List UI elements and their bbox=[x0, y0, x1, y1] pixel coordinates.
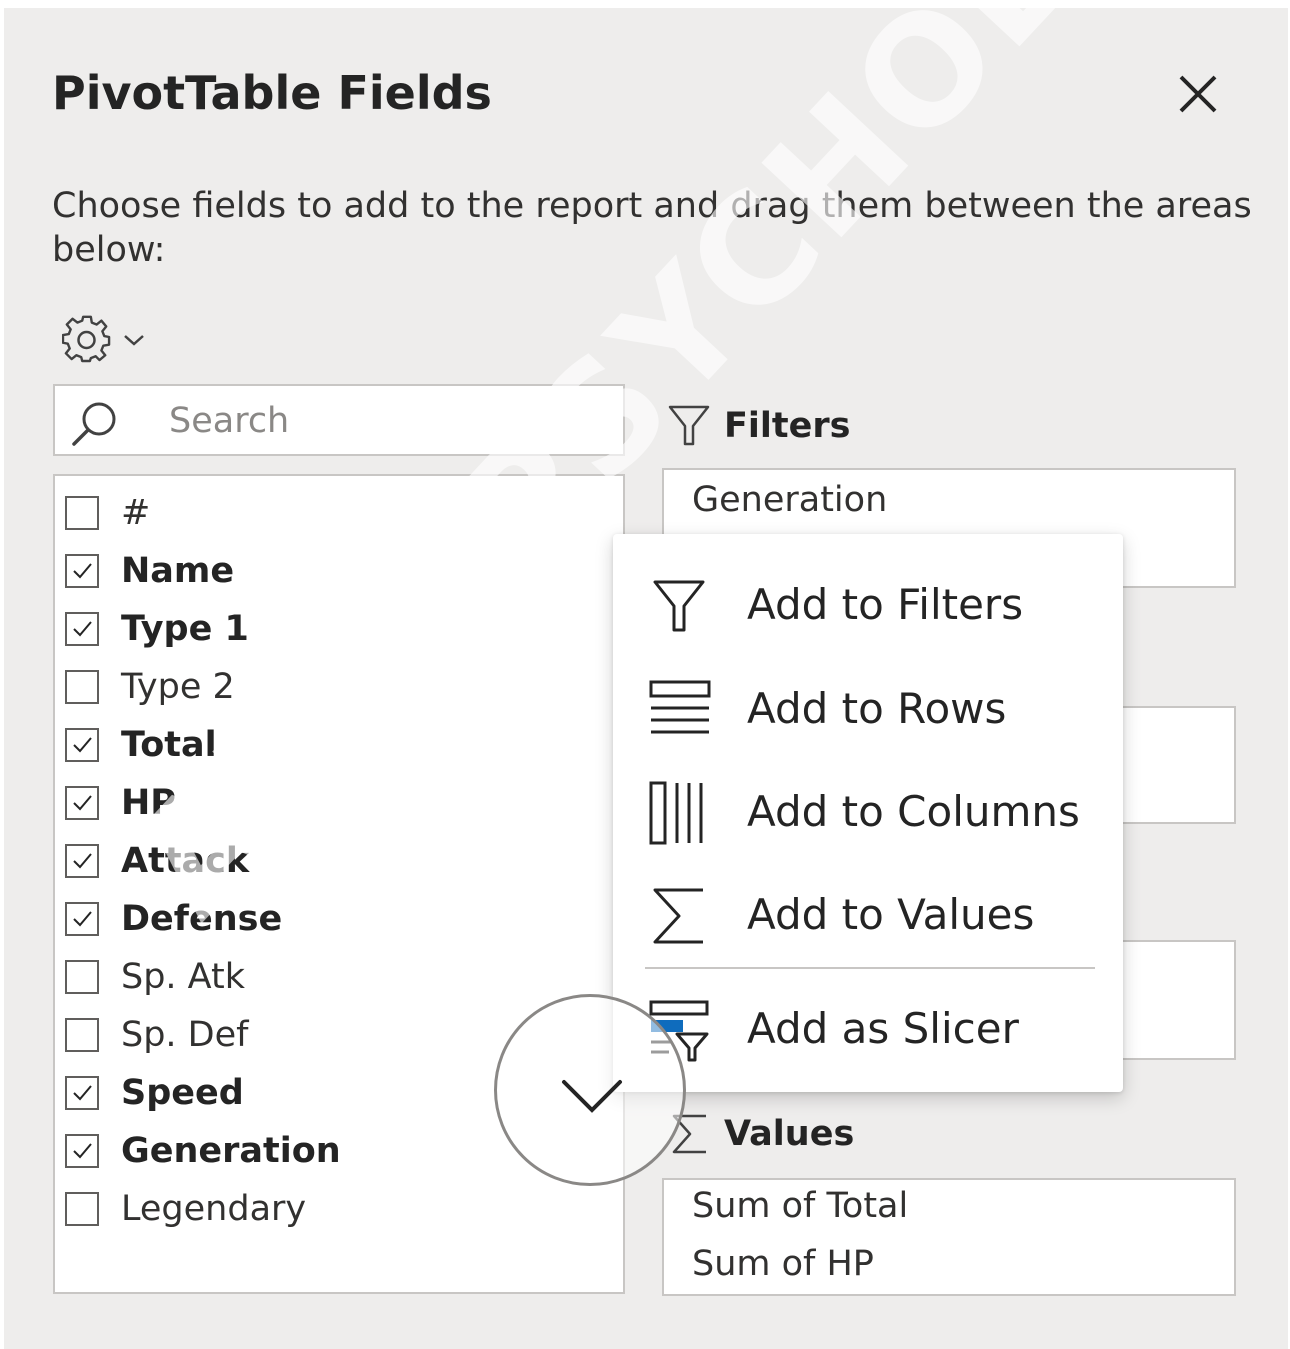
field-label: Name bbox=[121, 551, 235, 591]
field-checkbox[interactable] bbox=[65, 728, 99, 762]
checkmark-icon bbox=[73, 1143, 92, 1159]
field-row-type-2[interactable]: Type 2 bbox=[55, 658, 623, 716]
pane-description: Choose fields to add to the report and d… bbox=[52, 186, 1252, 270]
menu-item-label: Add to Columns bbox=[747, 787, 1080, 836]
search-input[interactable] bbox=[167, 392, 611, 450]
field-label: # bbox=[121, 493, 151, 533]
menu-item-label: Add to Rows bbox=[747, 684, 1007, 733]
field-row-name[interactable]: Name bbox=[55, 542, 623, 600]
values-area-item[interactable]: Sum of HP bbox=[692, 1244, 874, 1284]
gear-icon bbox=[62, 315, 111, 363]
pane-title: PivotTable Fields bbox=[52, 66, 492, 120]
checkmark-icon bbox=[73, 1085, 92, 1101]
field-row-legendary[interactable]: Legendary bbox=[55, 1180, 623, 1238]
field-label: HP bbox=[121, 783, 176, 823]
field-label: Sp. Def bbox=[121, 1015, 249, 1055]
rows-icon bbox=[649, 680, 711, 734]
field-row-type-1[interactable]: Type 1 bbox=[55, 600, 623, 658]
search-icon bbox=[72, 402, 116, 446]
menu-item-add-to-rows[interactable]: Add to Rows bbox=[613, 664, 1123, 754]
checkmark-icon bbox=[73, 563, 92, 579]
menu-item-label: Add to Values bbox=[747, 890, 1035, 939]
scroll-down-button[interactable] bbox=[494, 994, 686, 1186]
field-checkbox[interactable] bbox=[65, 786, 99, 820]
field-checkbox[interactable] bbox=[65, 612, 99, 646]
checkmark-icon bbox=[73, 795, 92, 811]
field-checkbox[interactable] bbox=[65, 670, 99, 704]
field-label: Type 2 bbox=[121, 667, 235, 707]
field-label: Defense bbox=[121, 899, 283, 939]
field-checkbox[interactable] bbox=[65, 844, 99, 878]
chevron-down-icon bbox=[124, 335, 144, 346]
field-label: Attack bbox=[121, 841, 250, 881]
values-area-box[interactable]: Sum of Total Sum of HP bbox=[662, 1178, 1236, 1296]
field-label: Type 1 bbox=[121, 609, 249, 649]
field-context-menu: Add to Filters Add to Rows Add to Column… bbox=[613, 534, 1123, 1092]
field-row-defense[interactable]: Defense bbox=[55, 890, 623, 948]
field-label: Generation bbox=[121, 1131, 341, 1171]
values-area-header: Values bbox=[670, 1112, 854, 1156]
filter-icon bbox=[668, 405, 710, 446]
menu-item-label: Add to Filters bbox=[747, 580, 1024, 629]
tools-settings-button[interactable] bbox=[62, 312, 162, 368]
field-label: Speed bbox=[121, 1073, 244, 1113]
menu-separator bbox=[645, 967, 1095, 969]
close-button[interactable] bbox=[1170, 66, 1226, 122]
field-checkbox[interactable] bbox=[65, 1192, 99, 1226]
field-checkbox[interactable] bbox=[65, 960, 99, 994]
filters-area-item[interactable]: Generation bbox=[692, 480, 887, 520]
sigma-icon bbox=[653, 888, 703, 944]
field-search-box[interactable] bbox=[53, 384, 625, 456]
field-checkbox[interactable] bbox=[65, 1076, 99, 1110]
checkmark-icon bbox=[73, 911, 92, 927]
field-checkbox[interactable] bbox=[65, 496, 99, 530]
field-row-attack[interactable]: Attack bbox=[55, 832, 623, 890]
field-checkbox[interactable] bbox=[65, 902, 99, 936]
field-checkbox[interactable] bbox=[65, 1018, 99, 1052]
field-row-hp[interactable]: HP bbox=[55, 774, 623, 832]
filters-area-header: Filters bbox=[668, 404, 850, 448]
menu-item-add-to-values[interactable]: Add to Values bbox=[613, 870, 1123, 960]
field-row-number[interactable]: # bbox=[55, 484, 623, 542]
checkmark-icon bbox=[73, 853, 92, 869]
field-checkbox[interactable] bbox=[65, 554, 99, 588]
menu-item-add-to-filters[interactable]: Add to Filters bbox=[613, 560, 1123, 650]
filters-area-label: Filters bbox=[724, 406, 851, 446]
filter-icon bbox=[653, 580, 705, 632]
field-label: Total bbox=[121, 725, 217, 765]
field-label: Sp. Atk bbox=[121, 957, 246, 997]
field-label: Legendary bbox=[121, 1189, 307, 1229]
values-area-label: Values bbox=[724, 1114, 855, 1154]
field-checkbox[interactable] bbox=[65, 1134, 99, 1168]
checkmark-icon bbox=[73, 621, 92, 637]
checkmark-icon bbox=[73, 737, 92, 753]
values-area-item[interactable]: Sum of Total bbox=[692, 1186, 908, 1226]
close-icon bbox=[1179, 75, 1217, 113]
field-row-total[interactable]: Total bbox=[55, 716, 623, 774]
menu-item-label: Add as Slicer bbox=[747, 1004, 1019, 1053]
columns-icon bbox=[649, 781, 703, 845]
menu-item-add-as-slicer[interactable]: Add as Slicer bbox=[613, 984, 1123, 1074]
chevron-down-icon bbox=[562, 1080, 622, 1113]
menu-item-add-to-columns[interactable]: Add to Columns bbox=[613, 767, 1123, 857]
